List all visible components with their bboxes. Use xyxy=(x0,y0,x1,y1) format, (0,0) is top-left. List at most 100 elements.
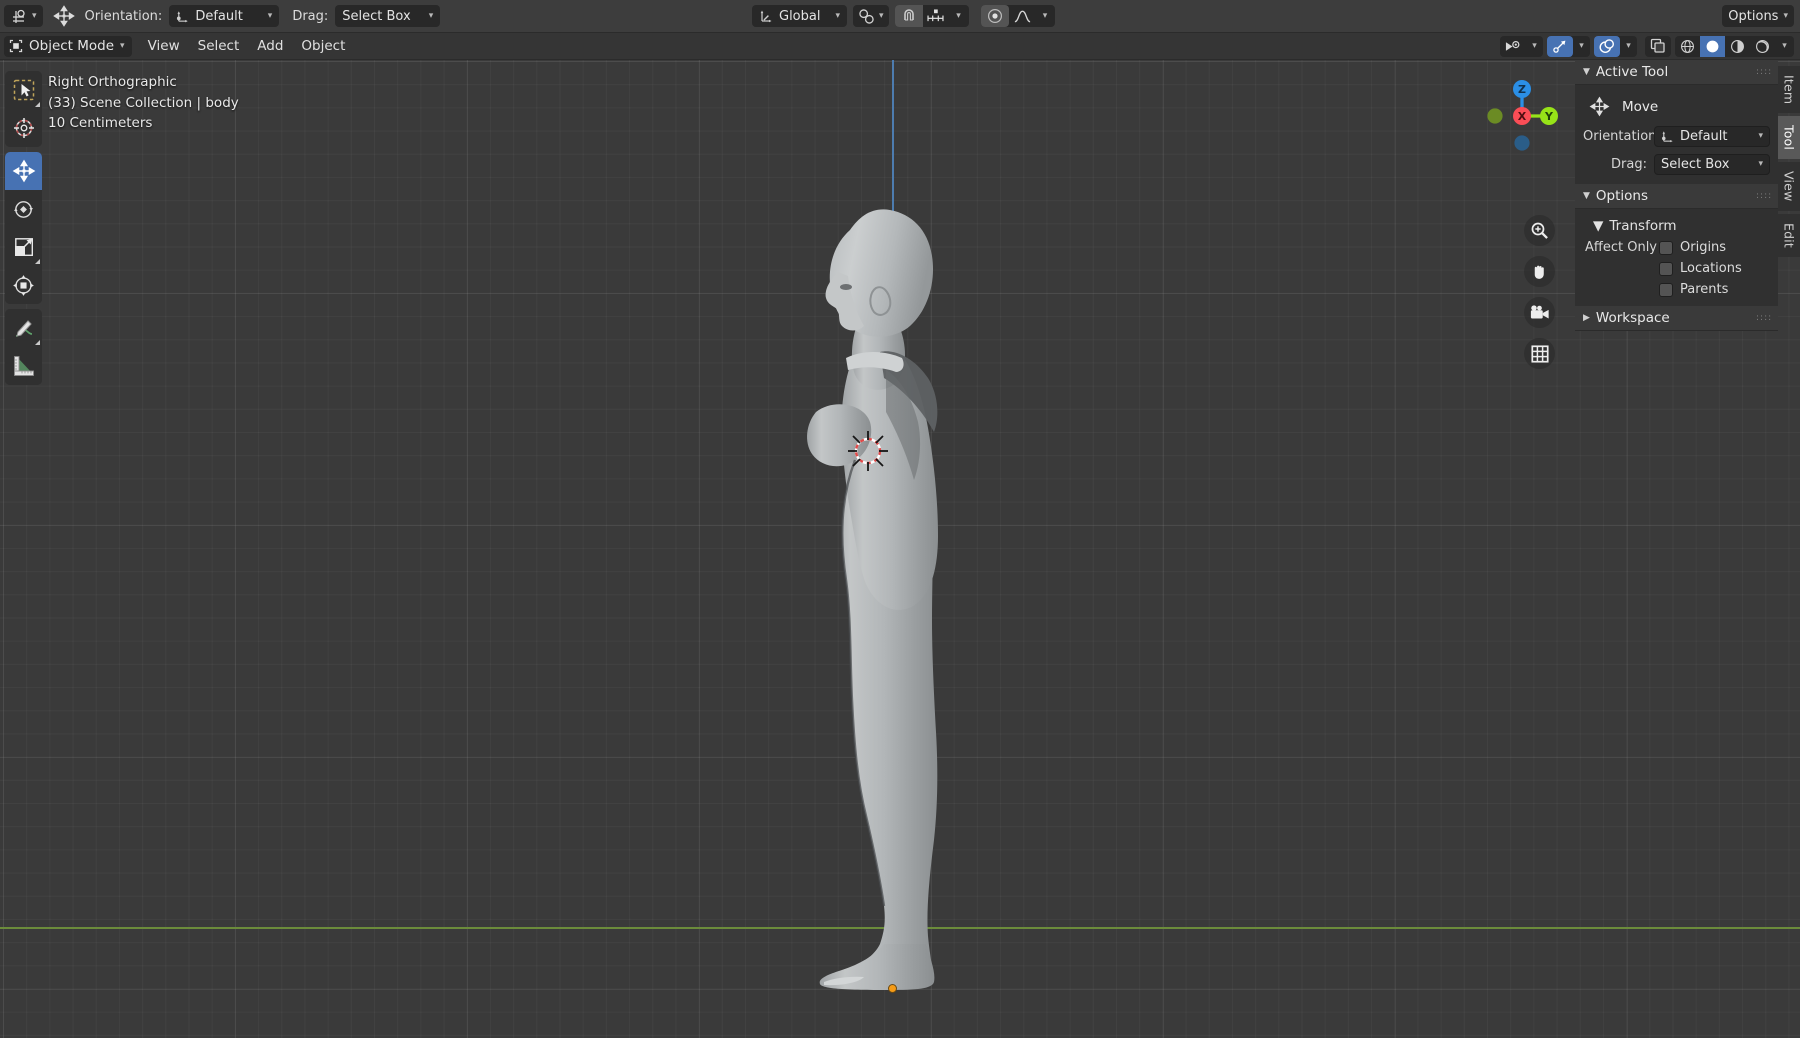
workspace-panel-header[interactable]: ▶ Workspace :::: xyxy=(1575,306,1778,331)
shading-rendered-icon xyxy=(1756,39,1769,53)
menu-view[interactable]: View xyxy=(140,36,188,56)
options-panel-header[interactable]: ▼ Options :::: xyxy=(1575,184,1778,209)
drag-dropdown[interactable]: Select Box ▾ xyxy=(335,5,441,27)
zoom-icon xyxy=(1531,222,1548,239)
locations-checkbox[interactable] xyxy=(1659,261,1673,276)
navigation-gizmo[interactable]: Z Y X xyxy=(1476,70,1568,162)
snap-group: ▾ xyxy=(894,5,969,27)
shading-wireframe-button[interactable] xyxy=(1675,36,1700,57)
transform-orientation-dropdown[interactable]: Global ▾ xyxy=(752,5,847,27)
affect-only-group: Affect Only Origins Locations Parents xyxy=(1583,240,1770,297)
origins-checkbox[interactable] xyxy=(1659,240,1673,255)
visibility-eye-button[interactable] xyxy=(1500,36,1526,57)
chevron-down-icon: ▾ xyxy=(32,10,37,21)
proportional-editing-icon xyxy=(987,8,1002,24)
snap-to-increment-button[interactable] xyxy=(923,5,949,27)
3d-cursor-icon xyxy=(13,118,34,138)
chevron-down-icon: ▾ xyxy=(428,10,434,21)
affect-locations-row[interactable]: Locations xyxy=(1659,261,1770,276)
svg-text:X: X xyxy=(1518,110,1527,123)
snapping-dropdown[interactable]: ▾ xyxy=(853,5,889,27)
shading-wireframe-icon xyxy=(1681,39,1694,53)
panel-grip-icon: :::: xyxy=(1756,190,1773,201)
shading-solid-button[interactable] xyxy=(1700,35,1725,57)
overlays-toggle-button[interactable] xyxy=(1594,35,1620,57)
menu-add[interactable]: Add xyxy=(249,36,291,56)
object-mode-icon xyxy=(9,39,23,53)
transform-tool[interactable] xyxy=(5,266,42,304)
shading-dropdown[interactable]: ▾ xyxy=(1775,36,1794,57)
move-arrows-icon xyxy=(52,5,75,27)
shading-rendered-button[interactable] xyxy=(1750,36,1775,57)
tab-tool[interactable]: Tool xyxy=(1778,116,1800,160)
move-arrows-icon xyxy=(12,159,35,183)
falloff-options-dropdown[interactable]: ▾ xyxy=(1036,5,1055,27)
cursor-tool[interactable] xyxy=(5,109,42,147)
sidebar-orientation-label: Orientation xyxy=(1583,129,1657,144)
gizmo-icon xyxy=(1553,40,1566,53)
xray-toggle-button[interactable] xyxy=(1645,35,1671,57)
drag-value: Select Box xyxy=(342,8,411,24)
tool-group-select xyxy=(5,71,42,147)
visibility-group: ▾ xyxy=(1500,35,1543,57)
viewport-nav-buttons xyxy=(1524,215,1555,369)
zoom-button[interactable] xyxy=(1524,215,1555,246)
mode-selector[interactable]: Object Mode ▾ xyxy=(4,35,132,57)
chevron-down-icon: ▾ xyxy=(1782,40,1787,51)
rotate-tool[interactable] xyxy=(5,190,42,228)
overlays-dropdown[interactable]: ▾ xyxy=(1620,36,1637,57)
xray-toggle-icon xyxy=(1650,38,1665,53)
snap-toggle-button[interactable] xyxy=(894,5,923,27)
move-tool-indicator xyxy=(50,5,78,27)
chevron-right-icon: ▶ xyxy=(1583,313,1590,323)
shading-material-button[interactable] xyxy=(1725,36,1750,57)
transform-subpanel-header[interactable]: ▼ Transform xyxy=(1583,216,1770,240)
gizmo-group: ▾ xyxy=(1547,35,1590,57)
orientation-dropdown[interactable]: Default ▾ xyxy=(169,5,280,27)
proportional-falloff-button[interactable] xyxy=(1009,5,1036,27)
active-tool-selector[interactable]: ▾ xyxy=(4,5,43,27)
options-button[interactable]: Options ▾ xyxy=(1722,5,1794,27)
overlays-group: ▾ xyxy=(1594,35,1637,57)
parents-checkbox[interactable] xyxy=(1659,282,1673,297)
active-tool-panel-body: Move Orientation Default ▾ Drag: Select … xyxy=(1575,85,1778,184)
move-tool[interactable] xyxy=(5,152,42,190)
panel-grip-icon: :::: xyxy=(1756,312,1773,323)
tab-view[interactable]: View xyxy=(1778,162,1800,211)
gizmo-toggle-button[interactable] xyxy=(1547,35,1573,57)
snap-magnet-icon xyxy=(859,8,874,24)
tab-edit[interactable]: Edit xyxy=(1778,213,1800,257)
viewport-info-overlay: Right Orthographic (33) Scene Collection… xyxy=(48,72,239,134)
annotate-tool[interactable] xyxy=(5,309,42,347)
scale-tool[interactable] xyxy=(5,228,42,266)
sidebar-orientation-dropdown[interactable]: Default ▾ xyxy=(1654,126,1770,147)
menu-object[interactable]: Object xyxy=(293,36,353,56)
orientation-label: Orientation: xyxy=(84,8,163,24)
snap-magnet-icon xyxy=(903,9,914,21)
3d-viewport[interactable]: Right Orthographic (33) Scene Collection… xyxy=(0,60,1800,1038)
pan-hand-icon xyxy=(1534,265,1544,279)
visibility-dropdown[interactable]: ▾ xyxy=(1526,36,1543,57)
chevron-down-icon: ▾ xyxy=(1758,159,1763,169)
active-tool-name: Move xyxy=(1622,98,1659,115)
sidebar-drag-value: Select Box xyxy=(1661,157,1730,172)
shading-mode-group: ▾ xyxy=(1675,35,1794,57)
tab-item[interactable]: Item xyxy=(1778,66,1800,114)
affect-origins-row[interactable]: Origins xyxy=(1659,240,1770,255)
proportional-editing-button[interactable] xyxy=(980,5,1009,27)
snap-options-dropdown[interactable]: ▾ xyxy=(949,5,969,27)
affect-parents-row[interactable]: Parents xyxy=(1659,282,1770,297)
camera-view-button[interactable] xyxy=(1524,297,1555,328)
sidebar-drag-dropdown[interactable]: Select Box ▾ xyxy=(1654,154,1770,175)
n-panel-sidebar: ▼ Active Tool :::: Move Orientation Defa… xyxy=(1575,60,1778,331)
pan-button[interactable] xyxy=(1524,256,1555,287)
measure-tool[interactable] xyxy=(5,347,42,385)
gizmo-dropdown[interactable]: ▾ xyxy=(1573,36,1590,57)
tweak-select-box-tool[interactable] xyxy=(5,71,42,109)
orientation-axis-icon xyxy=(1662,131,1673,143)
active-tool-panel-header[interactable]: ▼ Active Tool :::: xyxy=(1575,60,1778,85)
y-axis-line xyxy=(0,927,1800,929)
toggle-ortho-button[interactable] xyxy=(1524,338,1555,369)
menu-select[interactable]: Select xyxy=(190,36,248,56)
grid-scale-label: 10 Centimeters xyxy=(48,115,153,131)
